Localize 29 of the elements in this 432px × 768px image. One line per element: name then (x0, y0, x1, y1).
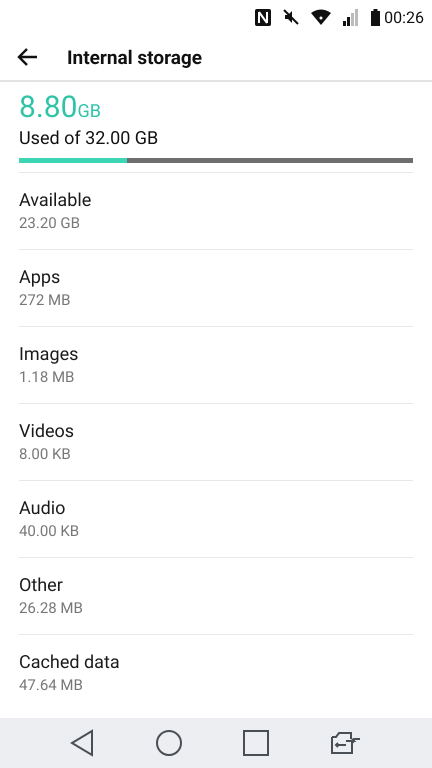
item-label: Cached data (19, 652, 121, 673)
signal-icon (343, 8, 360, 26)
sim-switch-button[interactable] (330, 731, 362, 755)
battery-icon (371, 8, 380, 26)
item-size: 8.00 KB (19, 445, 72, 463)
home-button[interactable] (154, 729, 183, 757)
recents-button[interactable] (243, 730, 270, 756)
item-label: Images (19, 344, 80, 365)
item-size: 272 MB (19, 291, 72, 309)
item-size: 26.28 MB (19, 599, 84, 617)
item-size: 40.00 KB (19, 522, 80, 540)
item-size: 1.18 MB (19, 368, 76, 386)
item-size: 47.64 MB (19, 676, 84, 694)
wifi-icon (311, 9, 332, 25)
back-button[interactable] (16, 47, 38, 67)
page-title: Internal storage (67, 46, 202, 68)
usage-caption: Used of 32.00 GB (19, 128, 160, 149)
item-label: Videos (19, 421, 76, 442)
item-label: Apps (19, 267, 62, 288)
back-button[interactable] (70, 729, 94, 757)
mute-icon (283, 9, 300, 25)
item-label: Other (19, 575, 64, 596)
clock-time: 00:26 (384, 8, 424, 26)
item-size: 23.20 GB (19, 214, 81, 232)
item-label: Audio (19, 498, 66, 519)
used-amount: 8.80 (19, 90, 78, 125)
item-label: Available (19, 190, 92, 211)
nfc-icon (255, 8, 272, 26)
used-unit: GB (78, 101, 101, 122)
